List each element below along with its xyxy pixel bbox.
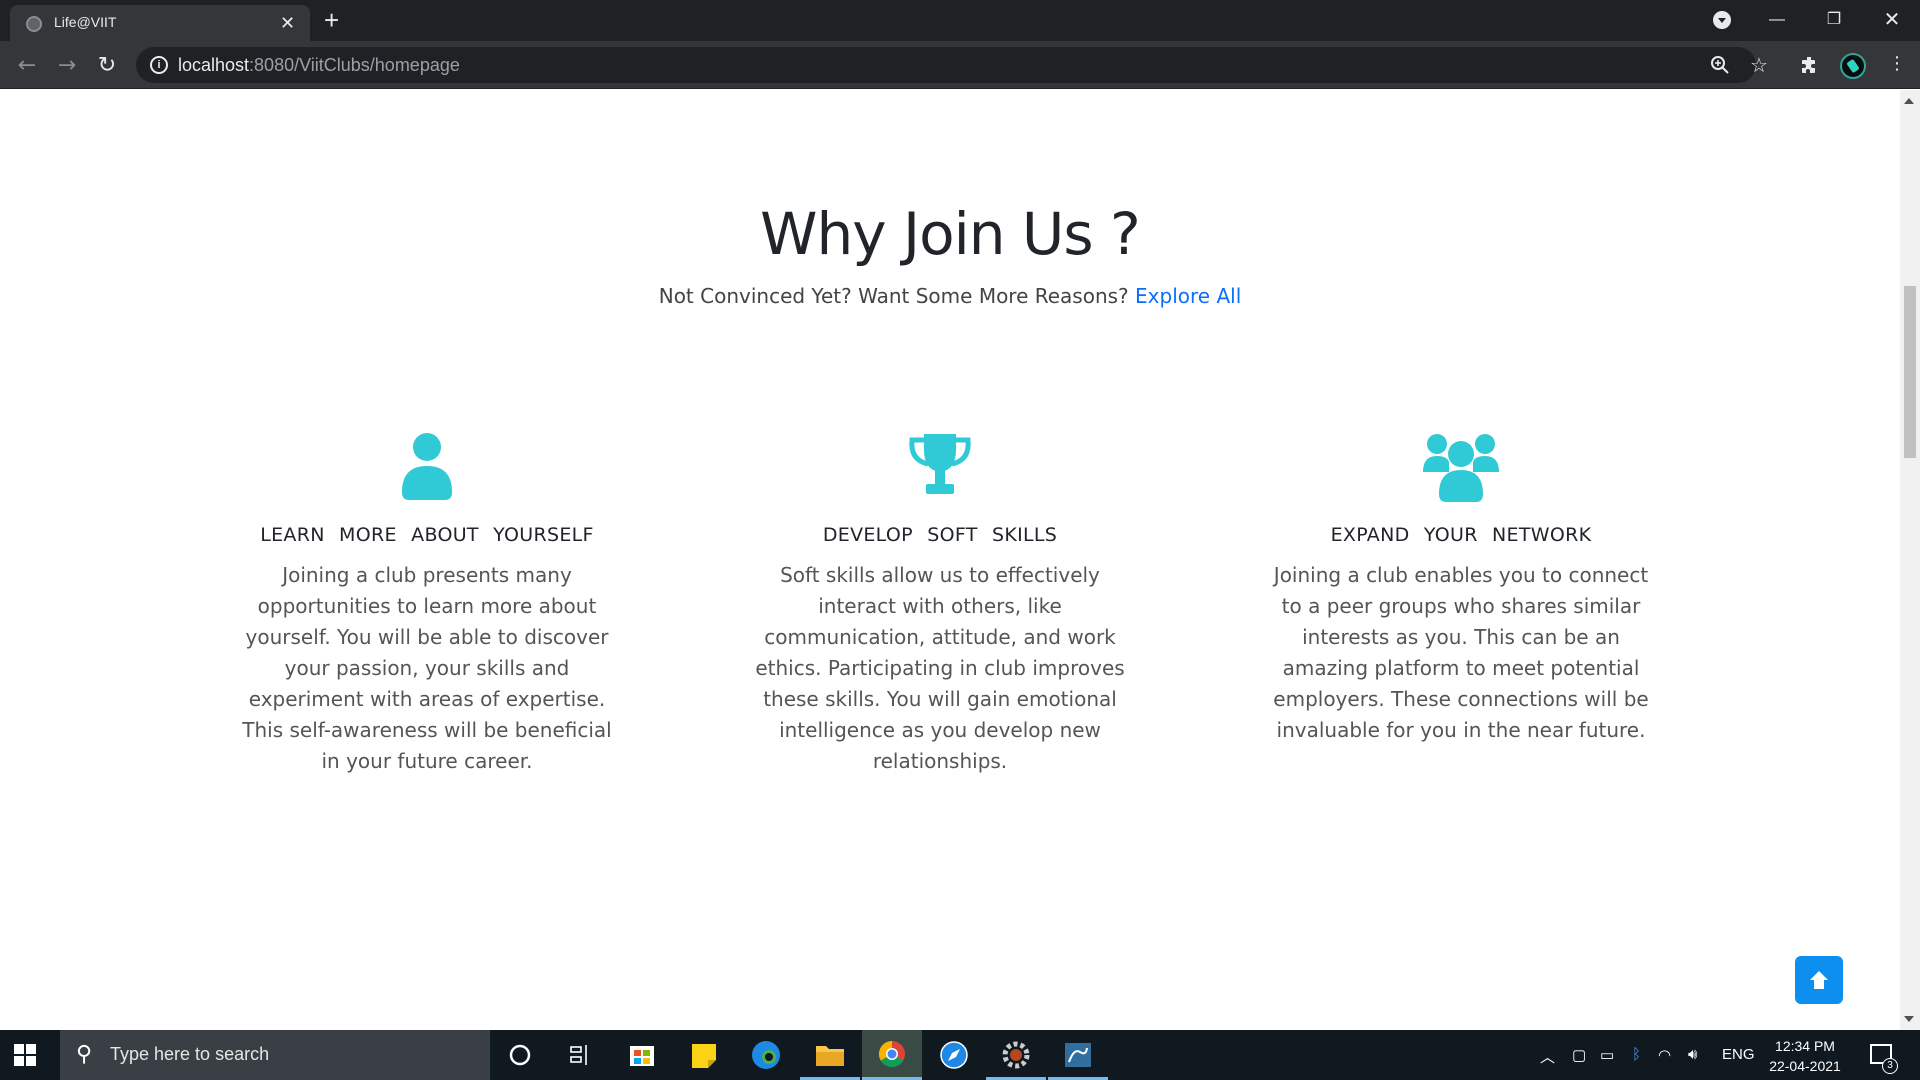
mysql-workbench-app-icon[interactable] (1048, 1030, 1108, 1080)
close-window-button[interactable]: ✕ (1878, 8, 1906, 32)
user-icon (402, 433, 452, 500)
address-bar[interactable]: i localhost:8080/ViitClubs/homepage ☆ (136, 47, 1768, 83)
bluetooth-icon[interactable]: ᛒ (1632, 1046, 1641, 1063)
browser-tab-bar: Life@VIIT ✕ + — ❐ ✕ (0, 0, 1920, 41)
feature-card-network: EXPAND YOUR NETWORK Joining a club enabl… (1251, 430, 1671, 746)
windows-start-icon[interactable] (14, 1044, 36, 1066)
volume-icon[interactable]: 🔊︎ (1688, 1046, 1697, 1063)
section-subtitle: Not Convinced Yet? Want Some More Reason… (0, 284, 1900, 308)
wifi-icon[interactable]: ◠ (1658, 1046, 1671, 1064)
notification-count-badge: 3 (1882, 1058, 1898, 1074)
language-indicator[interactable]: ENG (1722, 1046, 1755, 1063)
minimize-button[interactable]: — (1763, 8, 1791, 32)
taskbar-clock[interactable]: 12:34 PM 22-04-2021 (1760, 1036, 1850, 1076)
forward-button[interactable]: → (52, 51, 82, 81)
feature-heading: DEVELOP SOFT SKILLS (822, 524, 1058, 546)
new-tab-button[interactable]: + (324, 6, 339, 34)
file-explorer-app-icon[interactable] (800, 1030, 860, 1080)
section-title: Why Join Us ? (760, 200, 1141, 268)
browser-tab[interactable]: Life@VIIT ✕ (10, 5, 310, 41)
clock-time: 12:34 PM (1775, 1038, 1835, 1054)
device-icon[interactable]: ▢ (1572, 1046, 1586, 1064)
safari-app-icon[interactable] (924, 1030, 984, 1080)
close-tab-icon[interactable]: ✕ (280, 11, 295, 35)
trophy-icon (909, 434, 971, 494)
search-icon: ⚲ (76, 1042, 93, 1067)
scroll-down-arrow-icon[interactable] (1904, 1016, 1914, 1022)
scroll-to-top-button[interactable] (1795, 956, 1843, 1004)
info-icon[interactable]: i (150, 56, 168, 74)
browser-toolbar: ← → ↻ i localhost:8080/ViitClubs/homepag… (0, 41, 1920, 89)
feature-text: Soft skills allow us to effectively inte… (755, 563, 1125, 773)
settings-app-icon[interactable] (986, 1030, 1046, 1080)
tab-title: Life@VIIT (54, 14, 117, 30)
show-hidden-icons-chevron-icon[interactable]: ︿ (1540, 1046, 1555, 1067)
zoom-icon[interactable] (1710, 55, 1730, 80)
restore-button[interactable]: ❐ (1820, 8, 1848, 32)
explore-all-link[interactable]: Explore All (1135, 284, 1241, 308)
windows-taskbar: ⚲ Type here to search ︿ ▢ ▭ ᛒ ◠ 🔊︎ ENG 1… (0, 1030, 1920, 1080)
cortana-button[interactable] (490, 1030, 550, 1080)
feature-heading: LEARN MORE ABOUT YOURSELF (260, 524, 594, 546)
chrome-app-icon[interactable] (862, 1030, 922, 1080)
sticky-notes-app-icon[interactable] (674, 1030, 734, 1080)
globe-icon (26, 16, 42, 32)
profile-avatar[interactable] (1840, 53, 1866, 79)
feature-text: Joining a club enables you to connect to… (1273, 563, 1649, 742)
task-view-button[interactable] (550, 1030, 610, 1080)
taskbar-search-box[interactable]: ⚲ Type here to search (60, 1030, 490, 1080)
clock-date: 22-04-2021 (1769, 1058, 1841, 1074)
store-app-icon[interactable] (612, 1030, 672, 1080)
users-icon (1423, 434, 1499, 502)
battery-icon[interactable]: ▭ (1600, 1046, 1614, 1064)
menu-dots-icon[interactable]: ⋮ (1888, 54, 1906, 74)
back-button[interactable]: ← (12, 51, 42, 81)
scroll-thumb[interactable] (1904, 286, 1916, 458)
feature-card-soft-skills: DEVELOP SOFT SKILLS Soft skills allow us… (730, 430, 1150, 777)
edge-app-icon[interactable] (736, 1030, 796, 1080)
search-placeholder: Type here to search (110, 1044, 270, 1064)
arrow-up-icon (1810, 971, 1828, 989)
feature-heading: EXPAND YOUR NETWORK (1330, 524, 1592, 546)
url-text[interactable]: localhost:8080/ViitClubs/homepage (178, 55, 460, 76)
page-scrollbar[interactable] (1900, 90, 1920, 1030)
reload-button[interactable]: ↻ (92, 51, 122, 81)
extensions-icon[interactable] (1800, 55, 1820, 78)
tab-search-icon[interactable] (1713, 11, 1731, 29)
bookmark-star-icon[interactable]: ☆ (1750, 55, 1768, 75)
subtitle-text: Not Convinced Yet? Want Some More Reason… (658, 284, 1129, 308)
scroll-up-arrow-icon[interactable] (1904, 98, 1914, 104)
feature-card-learn: LEARN MORE ABOUT YOURSELF Joining a club… (217, 430, 637, 777)
page-content: Why Join Us ? Not Convinced Yet? Want So… (0, 90, 1900, 1030)
feature-text: Joining a club presents many opportuniti… (242, 563, 612, 773)
